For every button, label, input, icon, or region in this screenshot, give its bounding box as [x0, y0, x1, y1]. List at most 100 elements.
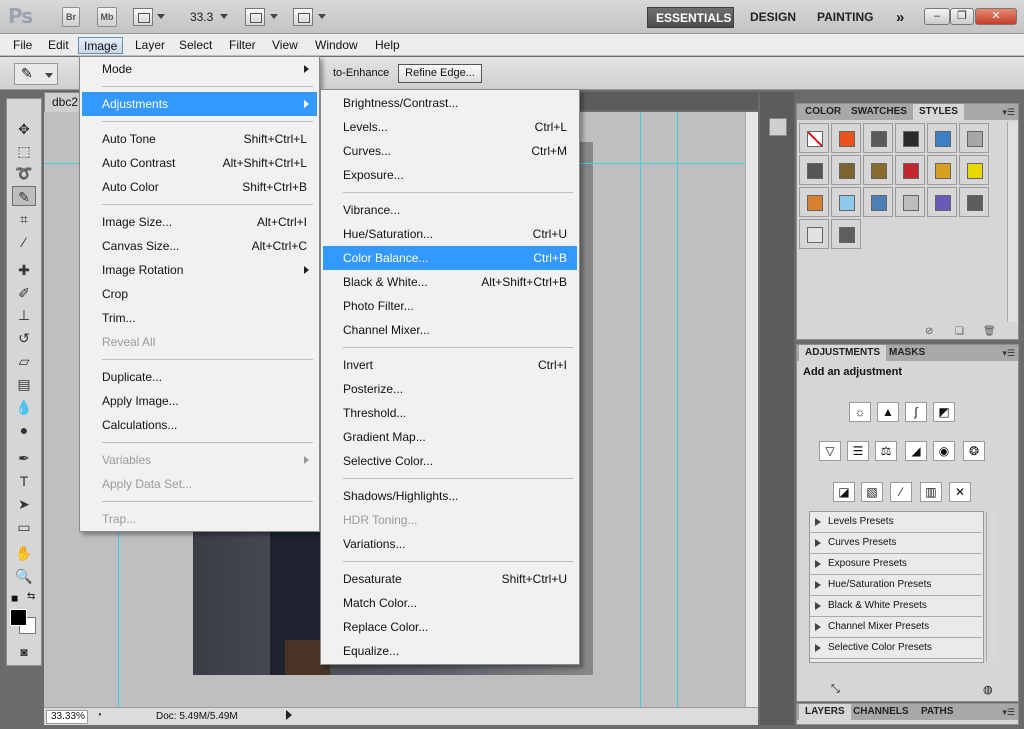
- menu-item-image-size[interactable]: Image Size... Alt+Ctrl+I: [82, 210, 317, 234]
- quick-selection-tool-icon[interactable]: ✎: [12, 186, 36, 206]
- list-item[interactable]: Curves Presets: [810, 533, 982, 554]
- zoom-dropdown-icon[interactable]: [220, 14, 228, 19]
- blur-tool-icon[interactable]: 💧: [12, 397, 36, 417]
- menu-item-posterize[interactable]: Posterize...: [323, 377, 577, 401]
- clone-stamp-tool-icon[interactable]: ⊥: [12, 305, 36, 325]
- style-swatch[interactable]: [895, 187, 925, 217]
- style-swatch[interactable]: [799, 123, 829, 153]
- menu-item-levels[interactable]: Levels... Ctrl+L: [323, 115, 577, 139]
- tab-paths[interactable]: PATHS: [915, 704, 959, 720]
- screen-mode-dropdown-icon[interactable]: [318, 14, 326, 19]
- brush-tool-icon[interactable]: ✐: [12, 283, 36, 303]
- curves-icon[interactable]: ∫: [905, 402, 927, 422]
- menu-filter[interactable]: Filter: [224, 37, 261, 54]
- menu-item-calculations[interactable]: Calculations...: [82, 413, 317, 437]
- clip-adjustment-icon[interactable]: ◍: [983, 683, 993, 696]
- styles-scrollbar[interactable]: [1007, 122, 1018, 322]
- swap-colors-icon[interactable]: ⇆: [27, 591, 35, 602]
- panel-menu-icon[interactable]: ▾☰: [1002, 707, 1015, 718]
- menu-item-gradient-map[interactable]: Gradient Map...: [323, 425, 577, 449]
- menu-item-crop[interactable]: Crop: [82, 282, 317, 306]
- launch-bridge-button[interactable]: Br: [62, 7, 80, 27]
- zoom-tool-icon[interactable]: 🔍: [12, 566, 36, 586]
- menu-item-shadows-highlights[interactable]: Shadows/Highlights...: [323, 484, 577, 508]
- tool-preset-picker[interactable]: ✎: [14, 63, 58, 85]
- menu-item-variations[interactable]: Variations...: [323, 532, 577, 556]
- delete-style-icon[interactable]: 🗑: [983, 326, 996, 337]
- menu-item-adjustments[interactable]: Adjustments: [82, 92, 317, 116]
- style-swatch[interactable]: [959, 155, 989, 185]
- history-brush-tool-icon[interactable]: ↺: [12, 328, 36, 348]
- menu-item-color-balance[interactable]: Color Balance... Ctrl+B: [323, 246, 577, 270]
- style-swatch[interactable]: [959, 187, 989, 217]
- menu-image[interactable]: Image: [78, 37, 124, 54]
- threshold-icon[interactable]: ⁄: [890, 482, 912, 502]
- dodge-tool-icon[interactable]: ●: [12, 420, 36, 440]
- invert-icon[interactable]: ◪: [833, 482, 855, 502]
- menu-item-equalize[interactable]: Equalize...: [323, 639, 577, 663]
- arrange-dropdown-icon[interactable]: [270, 14, 278, 19]
- style-swatch[interactable]: [799, 155, 829, 185]
- menu-item-auto-tone[interactable]: Auto Tone Shift+Ctrl+L: [82, 127, 317, 151]
- menu-window[interactable]: Window: [310, 37, 363, 54]
- list-item[interactable]: Levels Presets: [810, 512, 982, 533]
- vertical-scrollbar[interactable]: [745, 112, 758, 707]
- lasso-tool-icon[interactable]: ➰: [12, 163, 36, 183]
- zoom-level[interactable]: 33.3: [190, 10, 213, 24]
- menu-select[interactable]: Select: [174, 37, 217, 54]
- style-swatch[interactable]: [927, 123, 957, 153]
- style-swatch[interactable]: [799, 187, 829, 217]
- vibrance-icon[interactable]: ▽: [819, 441, 841, 461]
- menu-file[interactable]: File: [8, 37, 37, 54]
- type-tool-icon[interactable]: T: [12, 471, 36, 491]
- shape-tool-icon[interactable]: ▭: [12, 517, 36, 537]
- style-swatch[interactable]: [895, 155, 925, 185]
- menu-item-vibrance[interactable]: Vibrance...: [323, 198, 577, 222]
- pen-tool-icon[interactable]: ✒: [12, 448, 36, 468]
- default-colors-icon[interactable]: ◼: [11, 593, 18, 604]
- view-extras-button[interactable]: [133, 8, 153, 26]
- menu-item-photo-filter[interactable]: Photo Filter...: [323, 294, 577, 318]
- workspace-painting[interactable]: PAINTING: [809, 7, 881, 28]
- panel-menu-icon[interactable]: ▾☰: [1002, 107, 1015, 118]
- status-menu-icon[interactable]: [286, 710, 292, 720]
- path-selection-tool-icon[interactable]: ➤: [12, 494, 36, 514]
- channel-mixer-icon[interactable]: ❂: [963, 441, 985, 461]
- hue-saturation-icon[interactable]: ☰: [847, 441, 869, 461]
- menu-layer[interactable]: Layer: [130, 37, 170, 54]
- menu-item-selective-color[interactable]: Selective Color...: [323, 449, 577, 473]
- menu-item-channel-mixer[interactable]: Channel Mixer...: [323, 318, 577, 342]
- new-style-icon[interactable]: ❏: [955, 326, 964, 337]
- menu-item-canvas-size[interactable]: Canvas Size... Alt+Ctrl+C: [82, 234, 317, 258]
- style-swatch[interactable]: [863, 123, 893, 153]
- screen-mode-button[interactable]: [293, 8, 313, 26]
- list-item[interactable]: Hue/Saturation Presets: [810, 575, 982, 596]
- menu-edit[interactable]: Edit: [43, 37, 74, 54]
- menu-item-desaturate[interactable]: Desaturate Shift+Ctrl+U: [323, 567, 577, 591]
- eraser-tool-icon[interactable]: ▱: [12, 351, 36, 371]
- tab-styles[interactable]: STYLES: [913, 104, 964, 120]
- style-swatch[interactable]: [831, 155, 861, 185]
- menu-item-duplicate[interactable]: Duplicate...: [82, 365, 317, 389]
- workspace-essentials[interactable]: ESSENTIALS: [647, 7, 734, 28]
- menu-item-match-color[interactable]: Match Color...: [323, 591, 577, 615]
- menu-item-hue-saturation[interactable]: Hue/Saturation... Ctrl+U: [323, 222, 577, 246]
- style-swatch[interactable]: [831, 219, 861, 249]
- menu-item-invert[interactable]: Invert Ctrl+I: [323, 353, 577, 377]
- tab-channels[interactable]: CHANNELS: [847, 704, 915, 720]
- marquee-tool-icon[interactable]: ⬚: [12, 141, 36, 161]
- selective-color-icon[interactable]: ✕: [949, 482, 971, 502]
- healing-brush-tool-icon[interactable]: ✚: [12, 260, 36, 280]
- eyedropper-tool-icon[interactable]: ⁄: [12, 232, 36, 252]
- menu-item-curves[interactable]: Curves... Ctrl+M: [323, 139, 577, 163]
- style-swatch[interactable]: [863, 155, 893, 185]
- menu-item-image-rotation[interactable]: Image Rotation: [82, 258, 317, 282]
- tab-color[interactable]: COLOR: [799, 104, 847, 120]
- tab-adjustments[interactable]: ADJUSTMENTS: [799, 345, 887, 361]
- guide-line[interactable]: [677, 112, 678, 707]
- panel-menu-icon[interactable]: ▾☰: [1002, 348, 1015, 359]
- menu-help[interactable]: Help: [370, 37, 405, 54]
- exposure-icon[interactable]: ◩: [933, 402, 955, 422]
- zoom-percent-field[interactable]: 33.33%: [46, 710, 88, 724]
- style-swatch[interactable]: [959, 123, 989, 153]
